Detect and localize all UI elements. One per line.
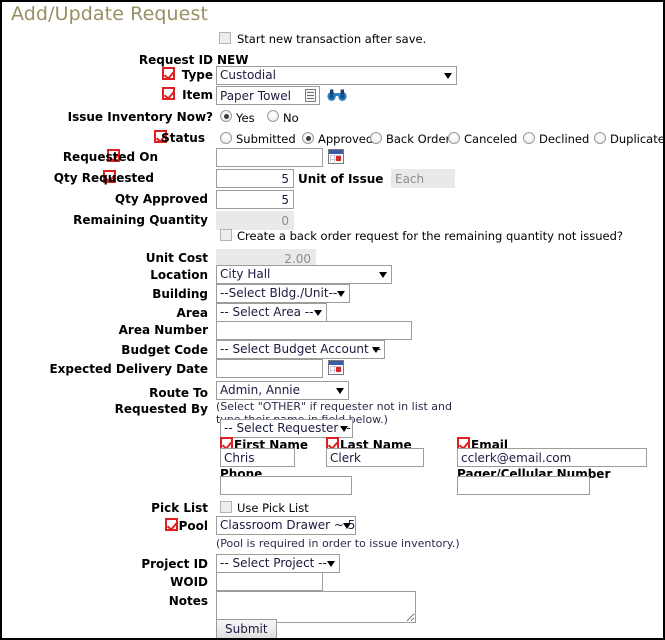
project-id-select-value: -- Select Project -- bbox=[220, 556, 327, 570]
route-to-select-value: Admin, Annie bbox=[220, 383, 301, 397]
unit-cost-label: Unit Cost bbox=[145, 251, 208, 265]
pool-select[interactable]: Classroom Drawer ~ 5 bbox=[216, 516, 356, 535]
expected-delivery-date-label: Expected Delivery Date bbox=[49, 362, 208, 376]
pick-list-label: Pick List bbox=[151, 501, 208, 515]
calendar-icon[interactable] bbox=[328, 360, 344, 375]
route-to-select[interactable]: Admin, Annie bbox=[216, 381, 349, 400]
add-update-request-page: Add/Update Request Start new transaction… bbox=[0, 0, 665, 640]
remaining-quantity-label: Remaining Quantity bbox=[73, 213, 208, 227]
notes-label: Notes bbox=[168, 594, 208, 608]
type-label: Type bbox=[181, 68, 213, 82]
pool-hint: (Pool is required in order to issue inve… bbox=[216, 537, 460, 550]
back-order-label: Create a back order request for the rema… bbox=[237, 229, 623, 243]
expected-delivery-date-input[interactable] bbox=[216, 359, 323, 378]
requested-by-select[interactable]: -- Select Requester -- bbox=[220, 419, 353, 438]
location-select-value: City Hall bbox=[220, 267, 271, 281]
remaining-quantity-input bbox=[216, 211, 294, 230]
status-submitted-label: Submitted bbox=[236, 132, 296, 146]
status-submitted-radio[interactable] bbox=[220, 132, 232, 144]
status-canceled-label: Canceled bbox=[464, 132, 518, 146]
status-declined-label: Declined bbox=[539, 132, 590, 146]
location-select[interactable]: City Hall bbox=[216, 265, 392, 284]
issue-inventory-no-label: No bbox=[283, 111, 299, 125]
area-select[interactable]: -- Select Area -- bbox=[216, 303, 327, 322]
chevron-down-icon bbox=[343, 523, 351, 529]
woid-input[interactable] bbox=[216, 572, 323, 591]
area-select-value: -- Select Area -- bbox=[220, 305, 314, 319]
chevron-down-icon bbox=[379, 272, 387, 278]
use-pick-list-label: Use Pick List bbox=[237, 501, 309, 515]
start-new-transaction-checkbox[interactable] bbox=[219, 32, 231, 44]
budget-code-select-value: -- Select Budget Account -- bbox=[220, 342, 382, 356]
issue-inventory-now-label: Issue Inventory Now? bbox=[67, 110, 213, 124]
budget-code-label: Budget Code bbox=[121, 343, 208, 357]
project-id-label: Project ID bbox=[141, 557, 208, 571]
area-number-input[interactable] bbox=[216, 321, 412, 340]
budget-code-select[interactable]: -- Select Budget Account -- bbox=[216, 340, 385, 359]
phone-input[interactable] bbox=[220, 476, 352, 495]
back-order-checkbox[interactable] bbox=[220, 229, 232, 241]
pool-label: Pool bbox=[178, 519, 208, 533]
unit-of-issue-label: Unit of Issue bbox=[298, 172, 384, 186]
binoculars-icon[interactable] bbox=[327, 88, 347, 102]
chevron-down-icon bbox=[336, 388, 344, 394]
page-title: Add/Update Request bbox=[11, 3, 209, 25]
requested-by-select-value: -- Select Requester -- bbox=[224, 421, 351, 435]
submit-button[interactable]: Submit bbox=[216, 619, 277, 638]
email-input[interactable] bbox=[457, 448, 647, 467]
type-select-value: Custodial bbox=[220, 68, 276, 82]
status-canceled-radio[interactable] bbox=[448, 132, 460, 144]
unit-of-issue-input bbox=[391, 169, 455, 188]
use-pick-list-checkbox[interactable] bbox=[220, 501, 232, 513]
status-backorder-label: Back Order bbox=[386, 132, 451, 146]
issue-inventory-yes-label: Yes bbox=[236, 111, 255, 125]
pool-select-value: Classroom Drawer ~ 5 bbox=[220, 518, 356, 532]
qty-approved-label: Qty Approved bbox=[114, 192, 208, 206]
status-label: Status bbox=[161, 131, 205, 145]
chevron-down-icon bbox=[337, 291, 345, 297]
status-duplicate-radio[interactable] bbox=[594, 132, 606, 144]
first-name-input[interactable] bbox=[220, 448, 295, 467]
type-select[interactable]: Custodial bbox=[216, 66, 457, 85]
building-select-value: --Select Bldg./Unit-- bbox=[220, 286, 338, 300]
chevron-down-icon bbox=[372, 347, 380, 353]
list-icon[interactable] bbox=[305, 89, 316, 102]
area-label: Area bbox=[176, 306, 208, 320]
start-new-transaction-label: Start new transaction after save. bbox=[237, 32, 427, 46]
building-label: Building bbox=[152, 287, 208, 301]
location-label: Location bbox=[150, 268, 208, 282]
chevron-down-icon bbox=[340, 426, 348, 432]
status-approved-radio[interactable] bbox=[302, 132, 314, 144]
chevron-down-icon bbox=[327, 561, 335, 567]
chevron-down-icon bbox=[444, 73, 452, 79]
chevron-down-icon bbox=[314, 310, 322, 316]
pager-input[interactable] bbox=[457, 476, 590, 495]
qty-requested-label: Qty Requested bbox=[53, 171, 154, 185]
woid-label: WOID bbox=[170, 575, 208, 589]
request-id-label: Request ID bbox=[138, 53, 213, 67]
status-declined-radio[interactable] bbox=[523, 132, 535, 144]
route-to-label: Route To bbox=[149, 386, 208, 400]
status-duplicate-label: Duplicate bbox=[610, 132, 665, 146]
requested-on-label: Requested On bbox=[62, 150, 158, 164]
last-name-input[interactable] bbox=[326, 448, 424, 467]
item-label: Item bbox=[182, 88, 213, 102]
calendar-icon[interactable] bbox=[328, 149, 344, 164]
issue-inventory-no-radio[interactable] bbox=[267, 110, 279, 122]
issue-inventory-yes-radio[interactable] bbox=[220, 110, 232, 122]
building-select[interactable]: --Select Bldg./Unit-- bbox=[216, 284, 350, 303]
qty-requested-input[interactable] bbox=[216, 169, 294, 188]
request-id-value: NEW bbox=[217, 53, 249, 67]
qty-approved-input[interactable] bbox=[216, 190, 294, 209]
requested-by-label: Requested By bbox=[114, 402, 208, 416]
status-backorder-radio[interactable] bbox=[370, 132, 382, 144]
requested-on-input[interactable] bbox=[216, 148, 323, 167]
status-approved-label: Approved bbox=[318, 132, 374, 146]
area-number-label: Area Number bbox=[118, 323, 208, 337]
project-id-select[interactable]: -- Select Project -- bbox=[216, 554, 340, 573]
